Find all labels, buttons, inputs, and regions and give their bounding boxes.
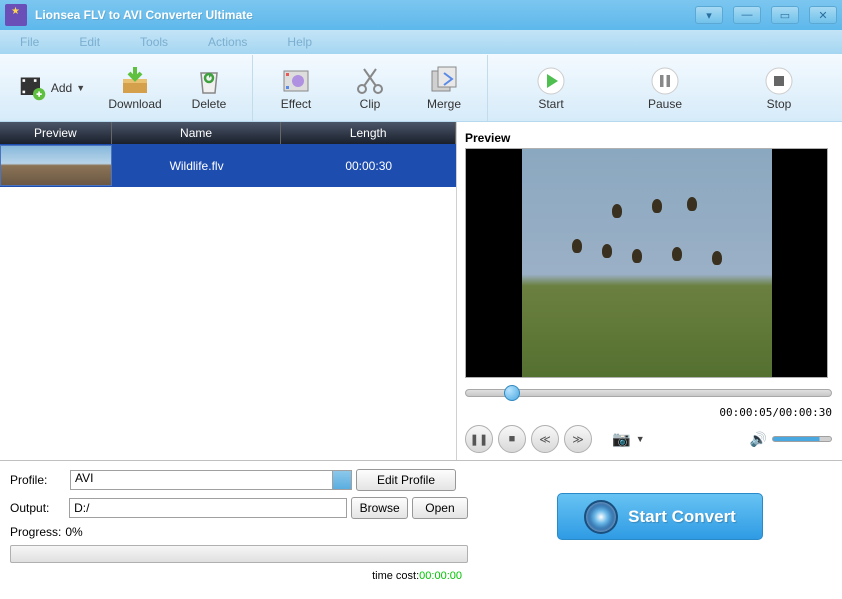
col-name[interactable]: Name bbox=[112, 122, 282, 144]
start-button[interactable]: Start bbox=[514, 58, 588, 118]
preview-heading: Preview bbox=[465, 128, 832, 148]
download-button[interactable]: Download bbox=[98, 58, 172, 118]
effect-label: Effect bbox=[281, 97, 311, 111]
menu-window-button[interactable]: ▾ bbox=[695, 6, 723, 24]
effect-icon bbox=[280, 65, 312, 97]
menu-actions[interactable]: Actions bbox=[208, 35, 247, 49]
film-add-icon bbox=[19, 74, 47, 102]
menu-tools[interactable]: Tools bbox=[140, 35, 168, 49]
scissors-icon bbox=[354, 65, 386, 97]
file-list-pane: Preview Name Length Wildlife.flv 00:00:3… bbox=[0, 122, 457, 460]
row-thumbnail bbox=[0, 145, 112, 186]
video-frame bbox=[522, 149, 772, 377]
effect-button[interactable]: Effect bbox=[259, 58, 333, 118]
ctrl-stop-button[interactable]: ■ bbox=[498, 425, 526, 453]
play-icon bbox=[535, 65, 567, 97]
titlebar: Lionsea FLV to AVI Converter Ultimate ▾ … bbox=[0, 0, 842, 30]
app-icon bbox=[5, 4, 27, 26]
list-row[interactable]: Wildlife.flv 00:00:30 bbox=[0, 144, 456, 187]
browse-button[interactable]: Browse bbox=[351, 497, 408, 519]
chevron-down-icon: ▼ bbox=[76, 83, 85, 93]
merge-button[interactable]: Merge bbox=[407, 58, 481, 118]
disc-icon bbox=[584, 500, 618, 534]
row-name: Wildlife.flv bbox=[112, 159, 282, 173]
video-display[interactable] bbox=[465, 148, 828, 378]
minimize-button[interactable]: — bbox=[733, 6, 761, 24]
time-display: 00:00:05/00:00:30 bbox=[465, 402, 832, 423]
convert-pane: Start Convert bbox=[478, 461, 842, 599]
ctrl-pause-button[interactable]: ❚❚ bbox=[465, 425, 493, 453]
bottom-panel: Profile: AVI Edit Profile Output: Browse… bbox=[0, 460, 842, 599]
start-convert-button[interactable]: Start Convert bbox=[557, 493, 763, 540]
snapshot-caret[interactable]: ▼ bbox=[636, 434, 645, 444]
download-icon bbox=[119, 65, 151, 97]
convert-label: Start Convert bbox=[628, 507, 736, 527]
seek-knob[interactable] bbox=[504, 385, 520, 401]
output-path-input[interactable] bbox=[69, 498, 347, 518]
recycle-icon bbox=[193, 65, 225, 97]
menu-edit[interactable]: Edit bbox=[79, 35, 100, 49]
playback-controls: ❚❚ ■ ≪ ≫ 📷 ▼ 🔊 bbox=[465, 425, 832, 453]
progress-label: Progress: bbox=[10, 525, 61, 539]
open-button[interactable]: Open bbox=[412, 497, 468, 519]
list-header: Preview Name Length bbox=[0, 122, 456, 144]
progress-value: 0% bbox=[65, 525, 82, 539]
profile-combo[interactable]: AVI bbox=[70, 470, 352, 490]
edit-profile-button[interactable]: Edit Profile bbox=[356, 469, 456, 491]
window-title: Lionsea FLV to AVI Converter Ultimate bbox=[35, 8, 695, 22]
profile-label: Profile: bbox=[10, 473, 66, 487]
menubar: File Edit Tools Actions Help bbox=[0, 30, 842, 54]
menu-help[interactable]: Help bbox=[287, 35, 312, 49]
merge-label: Merge bbox=[427, 97, 461, 111]
add-label: Add bbox=[51, 81, 72, 95]
stop-label: Stop bbox=[767, 97, 792, 111]
ctrl-rewind-button[interactable]: ≪ bbox=[531, 425, 559, 453]
menu-file[interactable]: File bbox=[20, 35, 39, 49]
download-label: Download bbox=[108, 97, 161, 111]
settings-panel: Profile: AVI Edit Profile Output: Browse… bbox=[0, 461, 478, 599]
snapshot-icon[interactable]: 📷 bbox=[612, 430, 631, 448]
output-label: Output: bbox=[10, 501, 65, 515]
volume-slider[interactable] bbox=[772, 436, 832, 442]
merge-icon bbox=[428, 65, 460, 97]
pause-button[interactable]: Pause bbox=[628, 58, 702, 118]
row-length: 00:00:30 bbox=[281, 159, 456, 173]
start-label: Start bbox=[538, 97, 563, 111]
stop-button[interactable]: Stop bbox=[742, 58, 816, 118]
seek-bar[interactable] bbox=[465, 384, 832, 402]
progress-bar bbox=[10, 545, 468, 563]
col-preview[interactable]: Preview bbox=[0, 122, 112, 144]
delete-label: Delete bbox=[192, 97, 227, 111]
maximize-button[interactable]: ▭ bbox=[771, 6, 799, 24]
col-length[interactable]: Length bbox=[281, 122, 456, 144]
pause-label: Pause bbox=[648, 97, 682, 111]
add-button[interactable]: Add ▼ bbox=[6, 58, 98, 118]
pause-icon bbox=[649, 65, 681, 97]
ctrl-forward-button[interactable]: ≫ bbox=[564, 425, 592, 453]
close-button[interactable]: ✕ bbox=[809, 6, 837, 24]
clip-button[interactable]: Clip bbox=[333, 58, 407, 118]
delete-button[interactable]: Delete bbox=[172, 58, 246, 118]
stop-icon bbox=[763, 65, 795, 97]
toolbar: Add ▼ Download Delete Effect Cli bbox=[0, 54, 842, 122]
volume-icon[interactable]: 🔊 bbox=[750, 431, 767, 448]
preview-pane: Preview 00:00:05/00:00:30 ❚❚ ■ ≪ ≫ 📷 bbox=[457, 122, 842, 460]
clip-label: Clip bbox=[360, 97, 381, 111]
main-area: Preview Name Length Wildlife.flv 00:00:3… bbox=[0, 122, 842, 460]
time-cost: time cost:00:00:00 bbox=[10, 569, 468, 582]
